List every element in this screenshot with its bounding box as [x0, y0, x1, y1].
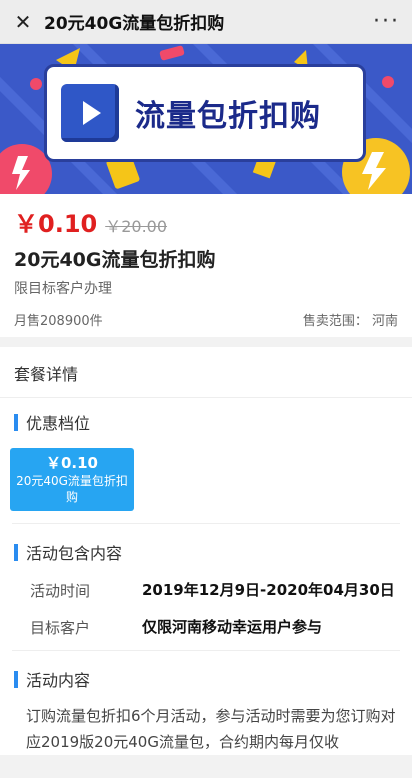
row-label: 活动时间	[30, 582, 91, 600]
target-customer-row: 目标客户 仅限河南移动幸运用户参与	[0, 609, 412, 646]
top-bar: ✕ 20元40G流量包折扣购 ···	[0, 0, 412, 44]
promo-banner: 流量包折扣购	[0, 44, 412, 194]
price-row: ￥0.10 ￥20.00	[14, 204, 398, 239]
product-meta: 月售208900件 售卖范围： 河南	[14, 310, 398, 329]
product-card: ￥0.10 ￥20.00 20元40G流量包折扣购 限目标客户办理 月售2089…	[0, 194, 412, 337]
banner-board: 流量包折扣购	[44, 64, 366, 162]
current-price: ￥0.10	[14, 210, 98, 238]
sales-region: 售卖范围： 河南	[302, 314, 398, 329]
details-header: 套餐详情	[0, 347, 412, 398]
activity-block-title: 活动包含内容	[0, 528, 412, 572]
content-text: 订购流量包折扣6个月活动，参与活动时需要为您订购对应2019版20元40G流量包…	[26, 707, 396, 751]
content-block-title: 活动内容	[0, 655, 412, 699]
content-title: 活动内容	[26, 671, 91, 690]
product-name: 20元40G流量包折扣购	[14, 249, 216, 271]
more-icon[interactable]: ···	[373, 9, 400, 34]
play-icon	[61, 84, 119, 142]
activity-time-row: 活动时间 2019年12月9日-2020年04月30日	[0, 572, 412, 609]
sales-count: 月售208900件	[14, 314, 103, 329]
tier-option[interactable]: ￥0.10 20元40G流量包折扣购	[10, 448, 134, 511]
close-icon[interactable]: ✕	[12, 10, 34, 34]
banner-title: 流量包折扣购	[135, 99, 321, 134]
product-subtitle: 限目标客户办理	[14, 281, 112, 297]
divider	[12, 523, 400, 524]
title-bar	[14, 413, 18, 431]
original-price: ￥20.00	[105, 217, 168, 236]
tier-price: ￥0.10	[45, 454, 98, 472]
row-value: 仅限河南移动幸运用户参与	[142, 618, 323, 636]
divider	[12, 650, 400, 651]
tier-name: 20元40G流量包折扣购	[16, 474, 128, 504]
title-bar	[14, 543, 18, 561]
page-title: 20元40G流量包折扣购	[44, 14, 225, 34]
activity-title: 活动包含内容	[26, 544, 123, 563]
tier-title: 优惠档位	[26, 414, 91, 433]
row-value: 2019年12月9日-2020年04月30日	[142, 581, 395, 599]
tier-block-title: 优惠档位	[0, 398, 412, 442]
details-section: 套餐详情 优惠档位 ￥0.10 20元40G流量包折扣购 活动包含内容 活动时间…	[0, 347, 412, 755]
title-bar	[14, 670, 18, 688]
row-label: 目标客户	[30, 619, 91, 637]
